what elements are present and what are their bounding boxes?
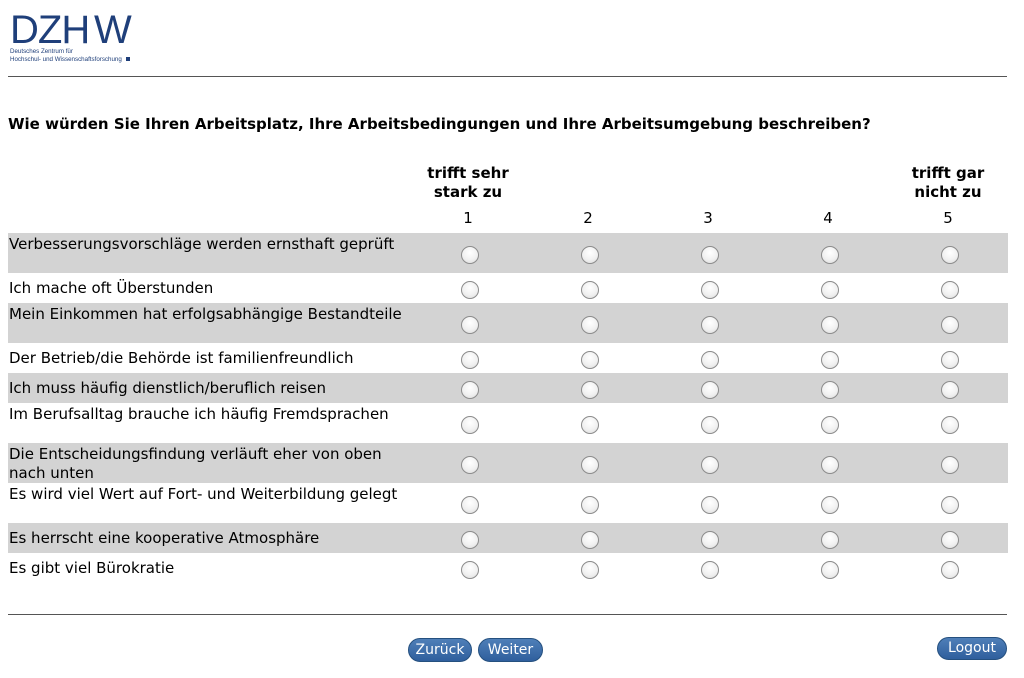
matrix-row: Die Entscheidungsfindung verläuft eher v… <box>8 443 1008 483</box>
radio-option-2[interactable] <box>581 246 599 264</box>
logo-subtitle: Deutsches Zentrum für Hochschul- und Wis… <box>10 48 130 64</box>
scale-label-left: trifft sehr stark zu <box>408 164 528 202</box>
radio-option-1[interactable] <box>461 561 479 579</box>
matrix-row: Es wird viel Wert auf Fort- und Weiterbi… <box>8 483 1008 523</box>
radio-option-3[interactable] <box>701 456 719 474</box>
radio-option-4[interactable] <box>821 531 839 549</box>
radio-option-2[interactable] <box>581 496 599 514</box>
matrix-row: Ich mache oft Überstunden <box>8 273 1008 303</box>
matrix-row: Verbesserungsvorschläge werden ernsthaft… <box>8 233 1008 273</box>
row-label: Ich muss häufig dienstlich/beruflich rei… <box>9 379 327 397</box>
radio-option-1[interactable] <box>461 281 479 299</box>
scale-label-left-line2: stark zu <box>433 183 503 201</box>
top-divider <box>8 76 1007 77</box>
radio-option-3[interactable] <box>701 246 719 264</box>
matrix-row: Es gibt viel Bürokratie <box>8 553 1008 583</box>
radio-option-2[interactable] <box>581 531 599 549</box>
matrix-row: Es herrscht eine kooperative Atmosphäre <box>8 523 1008 553</box>
radio-option-3[interactable] <box>701 561 719 579</box>
radio-option-1[interactable] <box>461 246 479 264</box>
radio-option-1[interactable] <box>461 381 479 399</box>
scale-label-left-line1: trifft sehr <box>427 164 509 182</box>
radio-option-4[interactable] <box>821 561 839 579</box>
radio-option-4[interactable] <box>821 381 839 399</box>
row-label: Es wird viel Wert auf Fort- und Weiterbi… <box>9 485 398 503</box>
back-button[interactable]: Zurück <box>408 638 472 662</box>
row-label: Verbesserungsvorschläge werden ernsthaft… <box>9 235 395 253</box>
radio-option-3[interactable] <box>701 496 719 514</box>
radio-option-4[interactable] <box>821 316 839 334</box>
radio-option-2[interactable] <box>581 456 599 474</box>
radio-option-5[interactable] <box>941 316 959 334</box>
radio-option-5[interactable] <box>941 351 959 369</box>
radio-option-5[interactable] <box>941 381 959 399</box>
scale-label-right-line2: nicht zu <box>914 183 982 201</box>
scale-point-4: 4 <box>823 209 833 227</box>
radio-option-5[interactable] <box>941 531 959 549</box>
radio-option-2[interactable] <box>581 316 599 334</box>
scale-point-3: 3 <box>703 209 713 227</box>
radio-option-5[interactable] <box>941 246 959 264</box>
svg-text:W: W <box>94 10 132 48</box>
scale-point-2: 2 <box>583 209 593 227</box>
radio-option-5[interactable] <box>941 496 959 514</box>
radio-option-3[interactable] <box>701 531 719 549</box>
radio-option-4[interactable] <box>821 456 839 474</box>
row-label: Die Entscheidungsfindung verläuft eher v… <box>9 445 382 482</box>
radio-option-3[interactable] <box>701 281 719 299</box>
radio-option-4[interactable] <box>821 246 839 264</box>
scale-point-5: 5 <box>943 209 953 227</box>
radio-option-4[interactable] <box>821 496 839 514</box>
radio-option-3[interactable] <box>701 381 719 399</box>
scale-label-right: trifft gar nicht zu <box>888 164 1008 202</box>
radio-option-2[interactable] <box>581 381 599 399</box>
radio-option-3[interactable] <box>701 416 719 434</box>
radio-option-2[interactable] <box>581 351 599 369</box>
logo-subtitle-line2: Hochschul- und Wissenschaftsforschung <box>10 56 122 63</box>
radio-option-1[interactable] <box>461 496 479 514</box>
scale-label-right-line1: trifft gar <box>911 164 985 182</box>
next-button[interactable]: Weiter <box>478 638 543 662</box>
row-label: Ich mache oft Überstunden <box>9 279 214 297</box>
radio-option-5[interactable] <box>941 561 959 579</box>
dzhw-logo: DZH W Deutsches Zentrum für Hochschul- u… <box>10 10 150 68</box>
bottom-divider <box>8 614 1007 615</box>
radio-option-1[interactable] <box>461 416 479 434</box>
dzhw-logo-mark: DZH W <box>10 10 132 48</box>
radio-option-2[interactable] <box>581 281 599 299</box>
logo-subtitle-line1: Deutsches Zentrum für <box>10 48 73 55</box>
radio-option-3[interactable] <box>701 316 719 334</box>
radio-option-5[interactable] <box>941 281 959 299</box>
radio-option-1[interactable] <box>461 351 479 369</box>
radio-option-5[interactable] <box>941 456 959 474</box>
matrix-row: Im Berufsalltag brauche ich häufig Fremd… <box>8 403 1008 443</box>
radio-option-4[interactable] <box>821 351 839 369</box>
matrix-row: Ich muss häufig dienstlich/beruflich rei… <box>8 373 1008 403</box>
radio-option-1[interactable] <box>461 456 479 474</box>
radio-option-2[interactable] <box>581 561 599 579</box>
radio-option-4[interactable] <box>821 281 839 299</box>
matrix-row: Mein Einkommen hat erfolgsabhängige Best… <box>8 303 1008 343</box>
radio-option-1[interactable] <box>461 531 479 549</box>
radio-option-1[interactable] <box>461 316 479 334</box>
radio-option-3[interactable] <box>701 351 719 369</box>
logo-square-icon <box>125 57 130 62</box>
question-text: Wie würden Sie Ihren Arbeitsplatz, Ihre … <box>8 115 871 133</box>
radio-option-4[interactable] <box>821 416 839 434</box>
logout-button[interactable]: Logout <box>937 637 1007 660</box>
row-label: Im Berufsalltag brauche ich häufig Fremd… <box>9 405 389 423</box>
row-label: Es herrscht eine kooperative Atmosphäre <box>9 529 320 547</box>
radio-option-5[interactable] <box>941 416 959 434</box>
scale-point-1: 1 <box>463 209 473 227</box>
svg-text:DZH: DZH <box>10 10 89 48</box>
row-label: Es gibt viel Bürokratie <box>9 559 175 577</box>
matrix-row: Der Betrieb/die Behörde ist familienfreu… <box>8 343 1008 373</box>
radio-option-2[interactable] <box>581 416 599 434</box>
row-label: Mein Einkommen hat erfolgsabhängige Best… <box>9 305 402 323</box>
row-label: Der Betrieb/die Behörde ist familienfreu… <box>9 349 354 367</box>
